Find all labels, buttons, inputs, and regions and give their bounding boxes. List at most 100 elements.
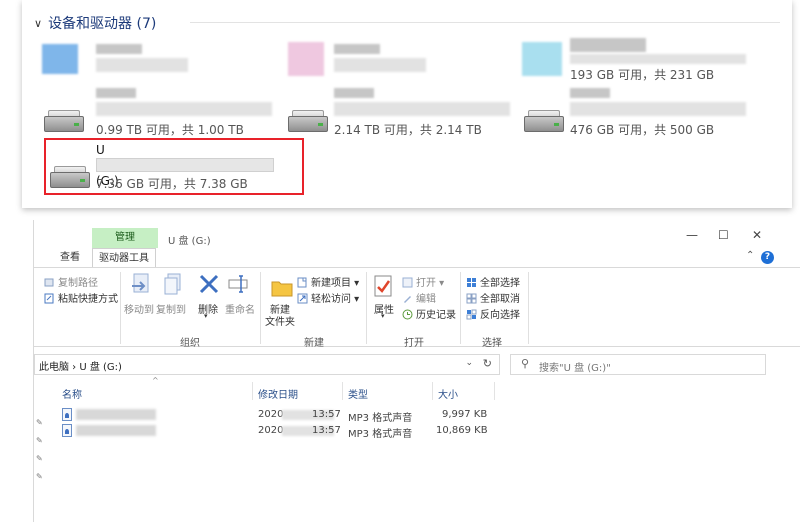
new-item-label: 新建项目 ▾ (311, 278, 360, 289)
paste-shortcut-button[interactable]: 粘贴快捷方式 (44, 290, 118, 305)
copy-path-label: 复制路径 (58, 278, 98, 289)
blurred-drive-bar (96, 102, 272, 116)
column-separator[interactable] (342, 382, 343, 400)
group-separator (120, 272, 121, 344)
file-date-prefix: 2020 (258, 425, 284, 436)
ribbon: 复制路径 粘贴快捷方式 移动到 复制到 删除 ▾ 重命名 组织 新建 文件夹 新… (34, 267, 800, 349)
file-type: MP3 格式声音 (348, 429, 413, 440)
mp3-file-icon (62, 408, 72, 421)
blurred-drive-name (570, 88, 610, 98)
hard-drive-icon (44, 110, 84, 134)
drive-capacity: 0.99 TB 可用，共 1.00 TB (96, 123, 244, 137)
usb-highlight-box (44, 138, 304, 195)
refresh-icon[interactable]: ↻ (483, 357, 492, 370)
history-icon (402, 309, 413, 320)
column-separator[interactable] (432, 382, 433, 400)
collapse-ribbon-icon[interactable]: ⌃ (746, 250, 754, 261)
sort-arrow-icon: ^ (152, 376, 159, 385)
paste-shortcut-label: 粘贴快捷方式 (58, 294, 118, 305)
delete-icon (199, 274, 219, 294)
history-button[interactable]: 历史记录 (402, 306, 456, 321)
select-none-button[interactable]: 全部取消 (466, 290, 520, 305)
paste-shortcut-icon (44, 293, 54, 304)
search-box[interactable]: ⚲ 搜索"U 盘 (G:)" (510, 354, 766, 375)
select-all-label: 全部选择 (480, 278, 520, 289)
file-time: 13:57 (312, 409, 341, 420)
file-time: 13:57 (312, 425, 341, 436)
blurred-drive-icon (288, 42, 324, 76)
ribbon-tabs: 查看 驱动器工具 (34, 248, 800, 268)
copy-path-button[interactable]: 复制路径 (44, 274, 98, 289)
column-type[interactable]: 类型 (348, 386, 368, 401)
hard-drive-icon (288, 110, 328, 134)
drive-capacity: 2.14 TB 可用，共 2.14 TB (334, 123, 482, 137)
breadcrumb[interactable]: 此电脑 › U 盘 (G:) (39, 358, 122, 373)
pin-icon[interactable]: ✎ (36, 454, 43, 463)
edit-button[interactable]: 编辑 (402, 290, 436, 305)
new-item-icon (297, 277, 307, 288)
select-none-icon (466, 293, 477, 304)
new-folder-label-2[interactable]: 文件夹 (265, 313, 295, 328)
minimize-button[interactable]: — (686, 228, 698, 242)
blurred-drive-bar (570, 102, 746, 116)
delete-dropdown-icon[interactable]: ▾ (204, 312, 208, 320)
group-separator (460, 272, 461, 344)
easy-access-label: 轻松访问 ▾ (311, 294, 360, 305)
tab-view[interactable]: 查看 (60, 248, 80, 268)
blurred-drive-bar (334, 102, 510, 116)
close-button[interactable]: ✕ (752, 228, 762, 242)
drive-capacity: 193 GB 可用，共 231 GB (570, 68, 715, 82)
move-to-icon (132, 273, 149, 293)
blurred-drive-name (334, 88, 374, 98)
file-size: 10,869 KB (436, 425, 488, 436)
properties-dropdown-icon[interactable]: ▾ (381, 312, 385, 320)
address-bar[interactable]: 此电脑 › U 盘 (G:) ⌄ ↻ (34, 354, 500, 375)
mp3-file-icon (62, 424, 72, 437)
table-row[interactable]: 2020 13:57 MP3 格式声音 9,997 KB (60, 407, 494, 424)
column-size[interactable]: 大小 (438, 386, 458, 401)
select-all-button[interactable]: 全部选择 (466, 274, 520, 289)
group-separator (366, 272, 367, 344)
column-date[interactable]: 修改日期 (258, 386, 298, 401)
devices-and-drives-panel: ∨ 设备和驱动器 (7) 193 GB 可用，共 231 GB 0.99 TB … (22, 0, 792, 208)
section-title: 设备和驱动器 (7) (48, 16, 157, 32)
column-separator[interactable] (494, 382, 495, 400)
rename-button[interactable]: 重命名 (225, 301, 255, 316)
address-dropdown-icon[interactable]: ⌄ (465, 358, 473, 368)
copy-to-button[interactable]: 复制到 (156, 301, 186, 316)
move-to-button[interactable]: 移动到 (124, 301, 154, 316)
pin-icon[interactable]: ✎ (36, 472, 43, 481)
new-item-button[interactable]: 新建项目 ▾ (297, 274, 359, 289)
search-icon: ⚲ (521, 357, 530, 370)
group-separator (260, 272, 261, 344)
open-button[interactable]: 打开 ▾ (402, 274, 444, 289)
pin-icon[interactable]: ✎ (36, 418, 43, 427)
explorer-window: 管理 U 盘 (G:) — ☐ ✕ 查看 驱动器工具 ⌃ ? 复制路径 粘贴快捷… (33, 220, 800, 522)
invert-selection-button[interactable]: 反向选择 (466, 306, 520, 321)
column-separator[interactable] (252, 382, 253, 400)
pin-icon[interactable]: ✎ (36, 436, 43, 445)
file-type: MP3 格式声音 (348, 413, 413, 424)
table-row[interactable]: 2020 13:57 MP3 格式声音 10,869 KB (60, 423, 494, 440)
column-name[interactable]: 名称 (62, 386, 82, 401)
delete-button[interactable]: 删除 (198, 301, 218, 316)
help-icon[interactable]: ? (761, 251, 774, 264)
copy-path-icon (44, 278, 54, 287)
file-size: 9,997 KB (442, 409, 488, 420)
tab-manage[interactable]: 管理 (92, 228, 158, 248)
section-header[interactable]: ∨ 设备和驱动器 (7) (34, 13, 156, 33)
blurred-file-name (76, 425, 156, 436)
blurred-drive-icon (42, 44, 78, 74)
group-label-organize: 组织 (180, 338, 200, 349)
search-input[interactable]: 搜索"U 盘 (G:)" (539, 359, 611, 374)
easy-access-button[interactable]: 轻松访问 ▾ (297, 290, 359, 305)
tab-drive-tools[interactable]: 驱动器工具 (92, 248, 156, 268)
edit-icon (404, 296, 411, 303)
properties-icon (374, 275, 392, 297)
easy-access-icon (297, 293, 308, 304)
chevron-down-icon[interactable]: ∨ (34, 17, 42, 30)
open-label: 打开 ▾ (416, 278, 445, 289)
select-all-icon (467, 278, 476, 287)
history-label: 历史记录 (416, 310, 456, 321)
maximize-button[interactable]: ☐ (718, 228, 729, 242)
